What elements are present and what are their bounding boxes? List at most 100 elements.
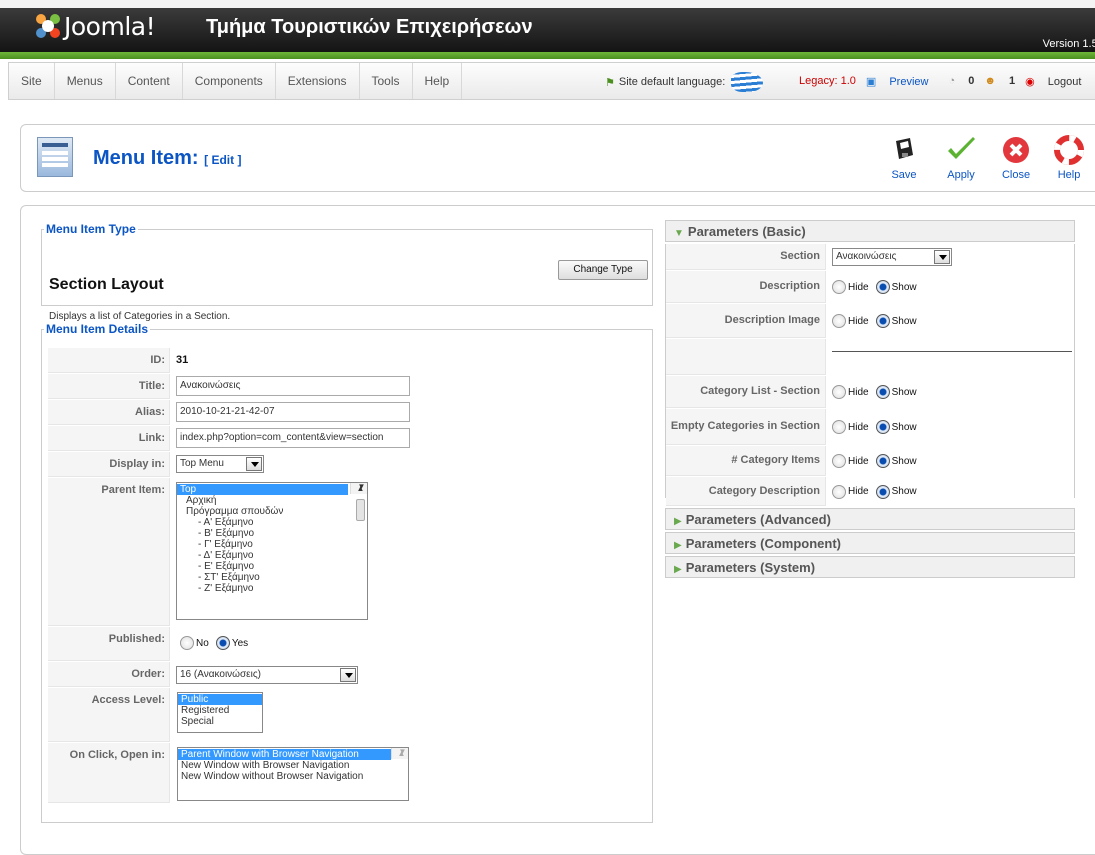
link-input[interactable]: index.php?option=com_content&view=sectio… [176,428,410,448]
preview-link[interactable]: ▣ Preview [866,75,939,88]
messages-link[interactable]: ◔ 0 [948,75,974,87]
parent-option[interactable]: - Ζ' Εξάμηνο [177,583,367,594]
onclick-row: On Click, Open in: Parent Window with Br… [48,743,648,803]
category-list-hide-radio[interactable] [832,385,846,399]
parameters-component-header[interactable]: ▶ Parameters (Component) [665,532,1075,554]
category-description-radios: Hide Show [832,484,921,499]
parent-option[interactable]: Αρχική [177,495,367,506]
access-option[interactable]: Registered [178,705,262,716]
empty-categories-radios: Hide Show [832,420,921,434]
category-items-show-radio[interactable] [875,454,890,468]
description-hide-radio[interactable] [832,280,846,294]
onclick-listbox[interactable]: Parent Window with Browser Navigation Ne… [177,747,409,801]
category-items-hide-radio[interactable] [832,454,846,468]
parent-row: Parent Item: Top Αρχική Πρόγραμμα σπουδώ… [48,478,648,626]
parameters-basic-title: Parameters (Basic) [687,224,806,239]
admin-header: Joomla! Τμήμα Τουριστικών Επιχειρήσεων V… [0,0,1095,52]
title-input[interactable]: Ανακοινώσεις [176,376,410,396]
parameters-component-title: Parameters (Component) [685,536,842,551]
display-row: Display in: Top Menu [48,452,648,477]
parent-option[interactable]: - ΣΤ' Εξάμηνο [177,572,367,583]
parent-option[interactable]: - Δ' Εξάμηνο [177,550,367,561]
language-label: Site default language: [618,76,726,88]
category-items-param-row: # Category Items Hide Show [666,446,1074,476]
apply-button[interactable]: Apply [941,135,981,185]
order-label: Order: [48,662,170,687]
category-list-param-row: Category List - Section Hide Show [666,376,1074,408]
title-label: Title: [48,374,170,399]
published-no-radio[interactable] [180,636,194,650]
menu-item-type-legend: Menu Item Type [46,222,136,236]
menu-menus[interactable]: Menus [55,63,116,99]
parameters-system-header[interactable]: ▶ Parameters (System) [665,556,1075,578]
empty-categories-show-radio[interactable] [875,420,890,434]
description-image-hide-radio[interactable] [832,314,846,328]
description-show-radio[interactable] [875,280,890,294]
section-select[interactable]: Ανακοινώσεις [832,248,952,266]
hide-label: Hide [848,421,869,433]
category-description-hide-radio[interactable] [832,484,846,499]
parent-option[interactable]: - Β' Εξάμηνο [177,528,367,539]
category-description-param-row: Category Description Hide Show [666,477,1074,506]
order-value: 16 (Ανακοινώσεις) [180,669,261,680]
parent-scrollbar[interactable]: ▲ ▼ [350,483,367,521]
category-description-param-label: Category Description [666,477,826,506]
menu-help[interactable]: Help [413,63,463,99]
help-button[interactable]: Help [1049,135,1089,185]
onclick-option[interactable]: New Window with Browser Navigation [178,760,408,771]
parameters-advanced-header[interactable]: ▶ Parameters (Advanced) [665,508,1075,530]
menu-extensions[interactable]: Extensions [276,63,360,99]
parent-option[interactable]: Top [177,484,348,495]
parent-option[interactable]: - Ε' Εξάμηνο [177,561,367,572]
messages-count: 0 [968,75,975,87]
empty-categories-param-row: Empty Categories in Section Hide Show [666,409,1074,445]
menu-tools[interactable]: Tools [360,63,413,99]
lifebuoy-icon [1054,135,1084,165]
change-type-button[interactable]: Change Type [558,260,648,280]
access-level-listbox[interactable]: Public Registered Special [177,692,263,733]
users-link[interactable]: ☻ 1 [984,75,1015,87]
chevron-down-icon [934,250,950,264]
category-list-radios: Hide Show [832,385,921,399]
section-value: Ανακοινώσεις [836,251,897,262]
menu-components[interactable]: Components [183,63,276,99]
onclick-scrollbar[interactable]: ▲ ▼ [391,748,408,759]
parameters-basic-header[interactable]: ▼ Parameters (Basic) [665,220,1075,242]
parent-option[interactable]: Πρόγραμμα σπουδών [177,506,367,517]
show-label: Show [891,281,917,293]
published-label: Published: [48,627,170,661]
parent-option[interactable]: - Α' Εξάμηνο [177,517,367,528]
close-button[interactable]: Close [996,135,1036,185]
greek-flag-icon [731,72,764,92]
order-select[interactable]: 16 (Ανακοινώσεις) [176,666,358,684]
display-in-select[interactable]: Top Menu [176,455,264,473]
parent-option[interactable]: - Γ' Εξάμηνο [177,539,367,550]
logout-link[interactable]: ◉ Logout [1025,75,1091,88]
parameters-panel: ▼ Parameters (Basic) Section Ανακοινώσεις… [665,220,1075,580]
category-list-show-radio[interactable] [875,385,890,399]
published-yes-radio[interactable] [215,636,230,650]
empty-categories-hide-radio[interactable] [832,420,846,434]
alias-input[interactable]: 2010-10-21-21-42-07 [176,402,410,422]
onclick-option[interactable]: Parent Window with Browser Navigation [178,749,391,760]
menu-content[interactable]: Content [116,63,183,99]
category-list-param-label: Category List - Section [666,376,826,408]
menu-site[interactable]: Site [9,63,55,99]
alias-label: Alias: [48,400,170,425]
scroll-thumb[interactable] [356,499,365,521]
scroll-down-icon[interactable]: ▼ [395,748,408,757]
category-items-radios: Hide Show [832,454,921,468]
parent-item-listbox[interactable]: Top Αρχική Πρόγραμμα σπουδών - Α' Εξάμην… [176,482,368,620]
separator-line [832,351,1072,352]
chevron-down-icon [340,668,356,682]
access-option[interactable]: Public [178,694,262,705]
preview-icon: ▣ [865,75,877,88]
save-button[interactable]: Save [884,135,924,185]
access-option[interactable]: Special [178,716,262,727]
parameters-advanced-title: Parameters (Advanced) [685,512,831,527]
scroll-down-icon[interactable]: ▼ [354,483,367,492]
category-description-show-radio[interactable] [875,484,890,499]
onclick-option[interactable]: New Window without Browser Navigation [178,771,408,782]
description-image-show-radio[interactable] [875,314,890,328]
page-subtitle: [ Edit ] [204,153,242,167]
